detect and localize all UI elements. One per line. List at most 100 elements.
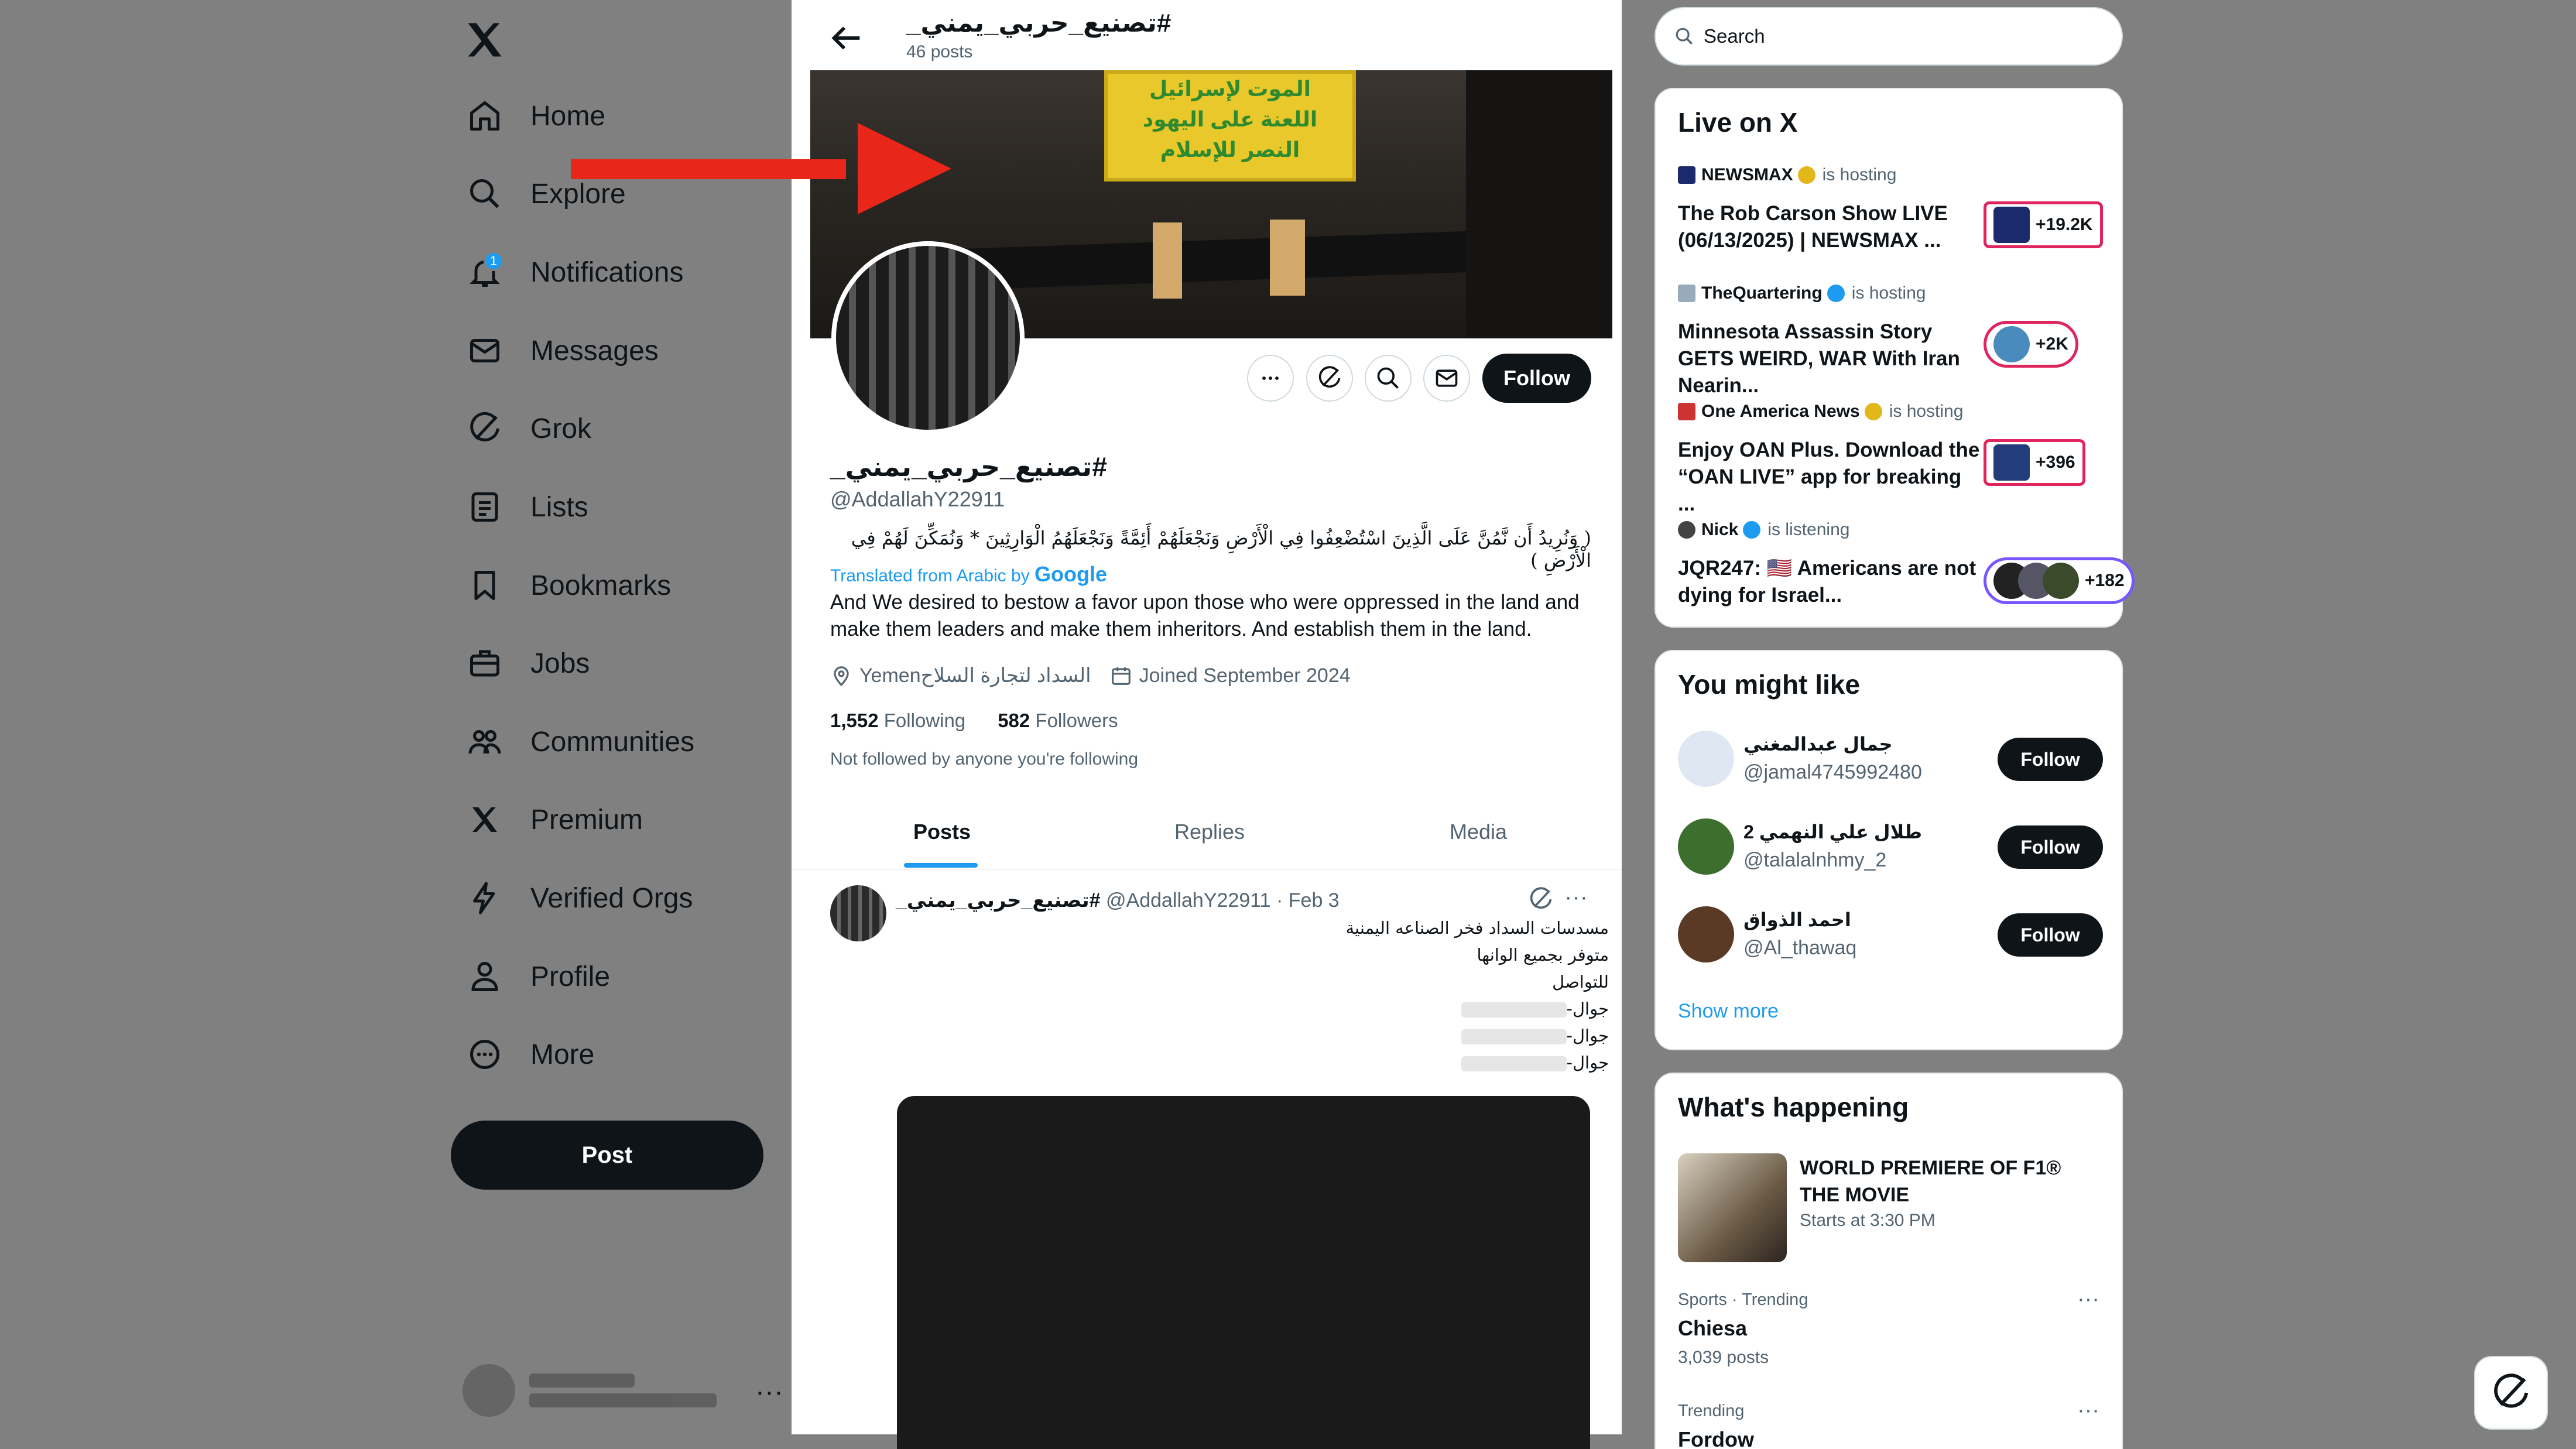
follow-button[interactable]: Follow	[1998, 738, 2103, 781]
following-link[interactable]: 1,552 Following	[830, 710, 965, 731]
tweet-avatar[interactable]	[830, 885, 886, 941]
nav-premium[interactable]: Premium	[463, 790, 643, 849]
tab-posts[interactable]: Posts	[913, 820, 971, 844]
suggest-avatar[interactable]	[1678, 731, 1734, 787]
live-host-row[interactable]: One America News is hosting	[1678, 402, 1963, 422]
person-icon	[463, 954, 507, 999]
grok-icon	[2494, 1373, 2529, 1408]
followers-link[interactable]: 582 Followers	[998, 710, 1118, 731]
tweet-more-icon[interactable]: ···	[1564, 884, 1588, 910]
live-item-title[interactable]: Enjoy OAN Plus. Download the “OAN LIVE” …	[1678, 437, 1982, 518]
account-more-icon[interactable]: ···	[755, 1376, 783, 1408]
profile-search-button[interactable]	[1365, 355, 1412, 402]
live-host-row[interactable]: NEWSMAX is hosting	[1678, 165, 1896, 185]
live-listener-pill[interactable]: +396	[1984, 439, 2085, 486]
nav-jobs[interactable]: Jobs	[463, 634, 590, 693]
nav-verified-orgs[interactable]: Verified Orgs	[463, 869, 693, 927]
tweet-phone-label: جوال-	[1566, 999, 1609, 1019]
live-item-title[interactable]: JQR247: 🇺🇸 Americans are not dying for I…	[1678, 555, 1982, 609]
suggest-name[interactable]: طلال علي النهمي 2	[1743, 821, 1922, 843]
suggest-handle[interactable]: @jamal4745992480	[1743, 761, 1922, 784]
live-host-name: Nick	[1701, 520, 1739, 539]
profile-message-button[interactable]	[1423, 355, 1470, 402]
trend-name[interactable]: Fordow	[1678, 1427, 1754, 1449]
grok-icon[interactable]	[1528, 886, 1554, 912]
live-listener-pill[interactable]: +2K	[1984, 321, 2078, 368]
live-count: +19.2K	[2036, 215, 2093, 234]
follow-button[interactable]: Follow	[1998, 913, 2103, 957]
account-blurred-info	[529, 1368, 717, 1413]
search-placeholder: Search	[1704, 25, 1765, 47]
event-title[interactable]: WORLD PREMIERE OF F1® THE MOVIE	[1800, 1155, 2104, 1208]
nav-grok[interactable]: Grok	[463, 399, 591, 458]
banner-sign-line: النصر للإسلام	[1160, 138, 1300, 162]
account-switcher[interactable]	[463, 1358, 790, 1423]
translation-prefix: Translated from Arabic by	[830, 566, 1030, 585]
not-followed-note: Not followed by anyone you're following	[830, 749, 1139, 769]
grok-floating-button[interactable]	[2474, 1356, 2548, 1430]
tab-media[interactable]: Media	[1450, 820, 1507, 844]
tabs-divider	[792, 869, 1622, 870]
location-icon	[834, 666, 849, 687]
verified-gold-icon	[1797, 166, 1815, 184]
suggest-name[interactable]: جمال عبدالمغني	[1743, 733, 1893, 755]
more-circle-icon	[463, 1032, 507, 1077]
you-might-like-card: You might like جمال عبدالمغني @jamal4745…	[1654, 650, 2123, 1050]
suggest-name[interactable]: احمد الذواق	[1743, 909, 1851, 931]
space-listener-pill[interactable]: +182	[1984, 557, 2135, 604]
tweet-handle-date[interactable]: @AddallahY22911 · Feb 3	[1106, 889, 1340, 912]
nav-communities[interactable]: Communities	[463, 712, 694, 771]
tweet-author-name[interactable]: #تصنيع_حربي_يمني_	[896, 889, 1101, 912]
show-more-link[interactable]: Show more	[1678, 1000, 1779, 1023]
nav-lists[interactable]: Lists	[463, 478, 588, 536]
profile-avatar[interactable]	[831, 241, 1025, 434]
nav-more[interactable]: More	[463, 1025, 594, 1084]
live-host-row[interactable]: Nick is listening	[1678, 520, 1849, 540]
suggest-avatar[interactable]	[1678, 818, 1734, 875]
tweet-media[interactable]	[897, 1096, 1590, 1449]
trend-more-icon[interactable]: ···	[2077, 1398, 2099, 1423]
calendar-icon	[1111, 667, 1131, 685]
suggest-avatar[interactable]	[1678, 906, 1734, 962]
newsmax-logo-icon	[1678, 166, 1695, 184]
live-listener-pill[interactable]: +19.2K	[1984, 201, 2103, 248]
header-title: #تصنيع_حربي_يمني_	[906, 9, 1171, 37]
briefcase-icon	[463, 641, 507, 686]
header-post-count: 46 posts	[906, 42, 973, 61]
tweet-text-line: مسدسات السداد فخر الصناعه اليمنية	[1345, 918, 1609, 938]
live-item-title[interactable]: Minnesota Assassin Story GETS WEIRD, WAR…	[1678, 318, 1982, 399]
nav-profile[interactable]: Profile	[463, 947, 610, 1006]
follow-button[interactable]: Follow	[1998, 825, 2103, 869]
translation-credit[interactable]: Translated from Arabic by Google	[830, 562, 1107, 587]
suggest-title: You might like	[1678, 669, 1860, 700]
more-icon	[1262, 376, 1279, 380]
nav-messages[interactable]: Messages	[463, 321, 659, 380]
tweet-header: #تصنيع_حربي_يمني_ @AddallahY22911 · Feb …	[896, 889, 1340, 912]
profile-grok-button[interactable]	[1306, 355, 1353, 402]
nav-label: Notifications	[530, 256, 684, 288]
live-host-row[interactable]: TheQuartering is hosting	[1678, 283, 1926, 303]
profile-more-button[interactable]	[1247, 355, 1294, 402]
suggest-handle[interactable]: @talalalnhmy_2	[1743, 849, 1886, 872]
trend-more-icon[interactable]: ···	[2077, 1287, 2099, 1312]
redacted-phone	[1461, 1002, 1567, 1018]
live-host-name: NEWSMAX	[1701, 165, 1793, 184]
event-thumbnail[interactable]	[1678, 1153, 1787, 1262]
nav-label: Communities	[530, 726, 695, 758]
nav-bookmarks[interactable]: Bookmarks	[463, 556, 671, 615]
follow-button[interactable]: Follow	[1482, 354, 1591, 403]
post-button[interactable]: Post	[451, 1121, 763, 1190]
search-input[interactable]: Search	[1654, 7, 2123, 66]
x-logo-icon[interactable]	[463, 18, 507, 62]
live-item-title[interactable]: The Rob Carson Show LIVE (06/13/2025) | …	[1678, 200, 1982, 254]
tab-replies[interactable]: Replies	[1174, 820, 1245, 844]
mail-icon	[463, 328, 507, 373]
suggest-handle[interactable]: @Al_thawaq	[1743, 937, 1856, 960]
active-tab-indicator	[904, 863, 978, 868]
following-count: 1,552	[830, 710, 879, 731]
back-arrow-icon[interactable]	[825, 18, 866, 59]
banner-case-lid	[1466, 70, 1612, 338]
nav-label: Messages	[530, 335, 659, 366]
trend-name[interactable]: Chiesa	[1678, 1316, 1747, 1341]
tweet-phone-label: جوال-	[1566, 1026, 1609, 1046]
